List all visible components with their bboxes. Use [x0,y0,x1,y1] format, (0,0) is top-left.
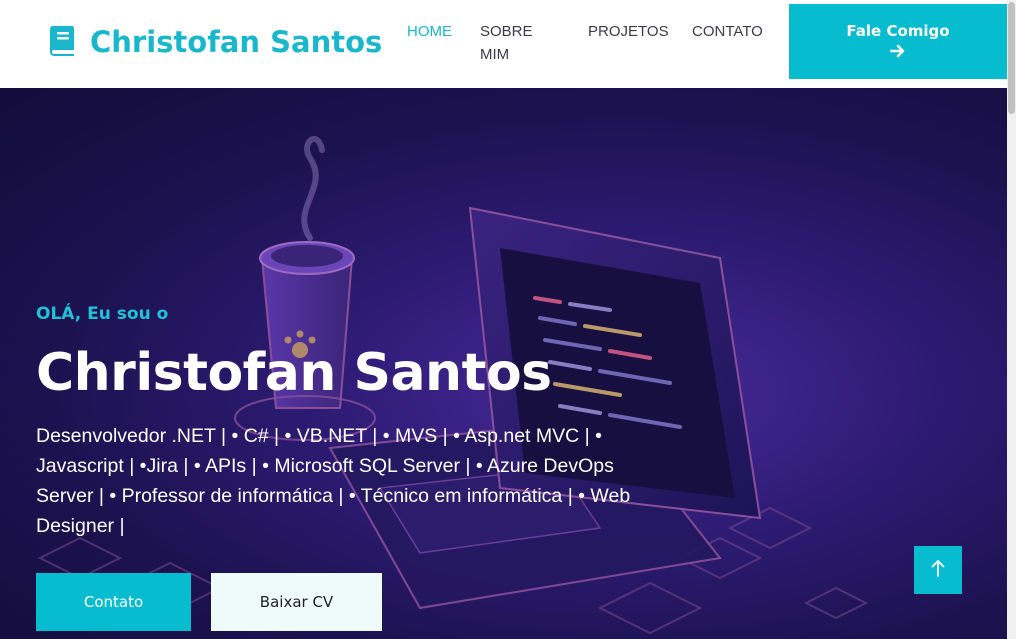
fale-comigo-button[interactable]: Fale Comigo [789,4,1007,79]
hero-name: Christofan Santos [36,343,552,403]
hero-description: Desenvolvedor .NET | • C# | • VB.NET | •… [36,425,631,537]
hero-section: OLÁ, Eu sou o Christofan Santos Desenvol… [0,88,1007,639]
arrow-up-icon [931,559,945,581]
arrow-right-icon [889,42,906,64]
nav-contato[interactable]: CONTATO [692,20,772,43]
book-icon [48,24,76,60]
scroll-to-top-button[interactable] [914,546,962,594]
nav-projetos[interactable]: PROJETOS [588,20,678,43]
brand[interactable]: Christofan Santos [48,24,382,60]
brand-name: Christofan Santos [90,25,383,59]
nav-sobre-mim[interactable]: SOBRE MIM [480,20,540,66]
baixar-cv-button[interactable]: Baixar CV [211,573,382,631]
site-header: Christofan Santos HOME SOBRE MIM PROJETO… [0,0,1007,88]
scrollbar-thumb[interactable] [1008,2,1015,114]
hero-greeting: OLÁ, Eu sou o [36,304,169,324]
cta-label: Fale Comigo [846,21,950,40]
nav-home[interactable]: HOME [407,20,467,43]
page-scrollbar[interactable] [1007,0,1016,639]
contato-button[interactable]: Contato [36,573,191,631]
